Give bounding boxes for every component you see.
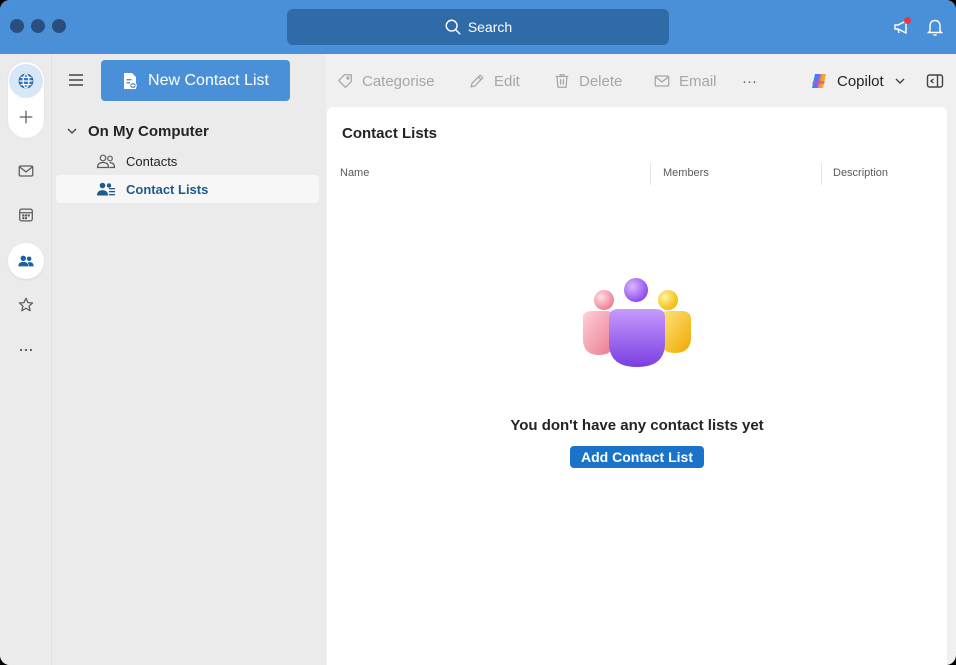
people-icon <box>18 255 34 267</box>
people-nav-button[interactable] <box>8 243 44 279</box>
hamburger-icon[interactable] <box>66 70 86 90</box>
new-contact-list-label: New Contact List <box>148 71 269 89</box>
close-window-button[interactable] <box>10 19 24 33</box>
pencil-icon <box>470 74 484 88</box>
column-header-description[interactable]: Description <box>833 167 888 179</box>
zoom-window-button[interactable] <box>52 19 66 33</box>
contacts-icon <box>96 154 116 169</box>
calendar-icon <box>19 208 33 222</box>
folder-sidebar: New Contact List On My Computer Contacts <box>52 54 326 665</box>
contact-lists-pane: Contact Lists Name Members Description Y… <box>327 107 947 665</box>
search-icon <box>445 19 461 35</box>
panel-toggle-icon[interactable] <box>925 71 945 91</box>
add-contact-list-button[interactable]: Add Contact List <box>570 446 704 468</box>
email-label: Email <box>679 72 717 90</box>
column-divider[interactable] <box>650 163 651 185</box>
page-title: Contact Lists <box>342 125 438 142</box>
globe-icon <box>18 73 34 89</box>
account-button[interactable] <box>9 64 43 98</box>
more-apps-button[interactable] <box>9 333 43 367</box>
empty-state-message: You don't have any contact lists yet <box>510 417 764 434</box>
categorise-label: Categorise <box>362 72 435 90</box>
sidebar-item-label: Contact Lists <box>126 181 209 197</box>
more-actions-button[interactable]: ··· <box>742 70 757 92</box>
new-contact-list-icon <box>124 72 137 89</box>
trash-icon <box>555 74 569 88</box>
more-icon <box>19 348 33 352</box>
minimize-window-button[interactable] <box>31 19 45 33</box>
on-my-computer-group[interactable]: On My Computer <box>66 121 209 141</box>
column-divider[interactable] <box>821 163 822 185</box>
bell-icon[interactable] <box>925 17 945 37</box>
envelope-icon <box>654 75 670 87</box>
calendar-nav-button[interactable] <box>9 198 43 232</box>
add-account-button[interactable] <box>9 100 43 134</box>
sidebar-item-contacts[interactable]: Contacts <box>56 147 319 175</box>
categorise-button[interactable]: Categorise <box>336 70 435 92</box>
tree-header-label: On My Computer <box>88 122 209 140</box>
chevron-down-icon <box>895 78 905 84</box>
more-icon: ··· <box>742 72 757 90</box>
star-icon <box>18 297 34 312</box>
copilot-button[interactable]: Copilot <box>809 70 906 92</box>
mail-nav-button[interactable] <box>9 154 43 188</box>
copilot-label: Copilot <box>837 72 884 90</box>
column-header-members[interactable]: Members <box>663 167 709 179</box>
chevron-down-icon <box>67 128 77 134</box>
app-rail <box>0 54 52 665</box>
notification-dot <box>904 17 911 24</box>
contact-lists-icon <box>97 182 115 196</box>
people-group-illustration <box>583 278 691 367</box>
mail-icon <box>18 165 34 177</box>
column-header-name[interactable]: Name <box>340 167 369 179</box>
search-bar[interactable]: Search <box>287 9 669 45</box>
title-bar: Search <box>0 0 956 54</box>
sidebar-item-contact-lists[interactable]: Contact Lists <box>56 175 319 203</box>
delete-button[interactable]: Delete <box>553 70 622 92</box>
sidebar-item-label: Contacts <box>126 153 178 169</box>
new-contact-list-button[interactable]: New Contact List <box>101 60 290 101</box>
edit-button[interactable]: Edit <box>468 70 520 92</box>
edit-label: Edit <box>494 72 520 90</box>
search-label: Search <box>467 19 513 35</box>
app-window: Search New Contact List On My Computer C… <box>0 0 956 665</box>
email-button[interactable]: Email <box>653 70 717 92</box>
tag-icon <box>338 74 352 88</box>
favorites-nav-button[interactable] <box>9 288 43 322</box>
copilot-icon <box>812 74 826 88</box>
toolbar: Categorise Edit Delete Email ··· Copilot <box>326 54 956 106</box>
delete-label: Delete <box>579 72 623 90</box>
plus-icon <box>19 110 33 124</box>
